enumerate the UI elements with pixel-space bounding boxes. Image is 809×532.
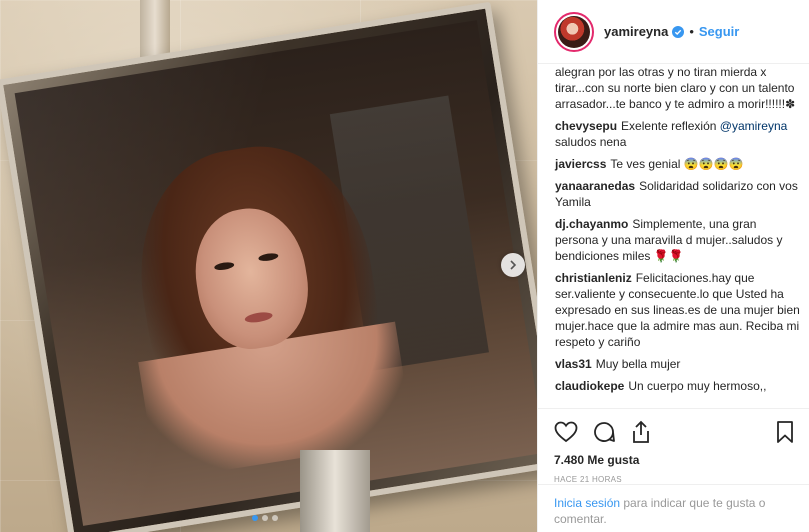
comment-text: Exelente reflexión: [621, 119, 720, 133]
comments-list[interactable]: alegran por las otras y no tiran mierda …: [538, 64, 809, 408]
likes-count[interactable]: 7.480 Me gusta: [554, 453, 794, 467]
comment-item: christianleniz Felicitaciones.hay que ser…: [555, 270, 809, 350]
comment-username[interactable]: chevysepu: [555, 119, 617, 133]
post-header: yamireyna • Seguir: [538, 0, 809, 64]
caption-text: alegran por las otras y no tiran mierda …: [555, 65, 796, 111]
action-icons: [554, 417, 794, 447]
comment-item: chevysepu Exelente reflexión @yamireyna s…: [555, 118, 809, 150]
comment-icon[interactable]: [592, 420, 616, 444]
post-timestamp: HACE 21 HORAS: [554, 475, 622, 484]
post-sidebar: yamireyna • Seguir alegran por las otras…: [537, 0, 809, 532]
comment-username[interactable]: javiercss: [555, 157, 606, 171]
username[interactable]: yamireyna: [604, 24, 668, 39]
carousel-dot: [272, 515, 278, 521]
comment-text: Te ves genial 😨😨😨😨: [610, 157, 744, 171]
action-bar: 7.480 Me gusta HACE 21 HORAS: [538, 408, 809, 484]
share-icon[interactable]: [630, 420, 652, 444]
bookmark-icon[interactable]: [776, 420, 794, 444]
comment-item: dj.chayanmo Simplemente, una gran persona…: [555, 216, 809, 264]
comment-text-after: saludos nena: [555, 135, 627, 149]
carousel-next-button[interactable]: [501, 253, 525, 277]
follow-button[interactable]: Seguir: [699, 24, 739, 39]
comment-username[interactable]: claudiokepe: [555, 379, 624, 393]
comment-mention[interactable]: @yamireyna: [720, 119, 788, 133]
verified-badge-icon: [672, 25, 685, 38]
comment-item: claudiokepe Un cuerpo muy hermoso,,: [555, 378, 809, 394]
separator: •: [689, 24, 694, 39]
avatar[interactable]: [554, 11, 594, 52]
carousel-dots: [252, 515, 278, 521]
mirror-stand: [300, 450, 370, 532]
comment-item: yanaaranedas Solidaridad solidarizo con v…: [555, 178, 809, 210]
carousel-dot: [252, 515, 258, 521]
comment-username[interactable]: christianleniz: [555, 271, 632, 285]
heart-icon[interactable]: [554, 421, 578, 443]
comment-username[interactable]: yanaaranedas: [555, 179, 635, 193]
chevron-right-icon: [510, 260, 517, 270]
carousel-dot: [262, 515, 268, 521]
caption-clipped: alegran por las otras y no tiran mierda …: [555, 64, 809, 112]
login-prompt: Inicia sesión para indicar que te gusta …: [538, 484, 809, 532]
comment-username[interactable]: vlas31: [555, 357, 592, 371]
comment-item: javiercss Te ves genial 😨😨😨😨: [555, 156, 809, 172]
comment-item: vlas31 Muy bella mujer: [555, 356, 809, 372]
post-photo[interactable]: [0, 0, 537, 532]
mirror-glass: [14, 20, 537, 526]
login-link[interactable]: Inicia sesión: [554, 496, 620, 510]
avatar-image: [558, 15, 590, 48]
mirror: [0, 1, 537, 532]
comment-text: Un cuerpo muy hermoso,,: [628, 379, 767, 393]
comment-text: Muy bella mujer: [595, 357, 681, 371]
comment-username[interactable]: dj.chayanmo: [555, 217, 628, 231]
